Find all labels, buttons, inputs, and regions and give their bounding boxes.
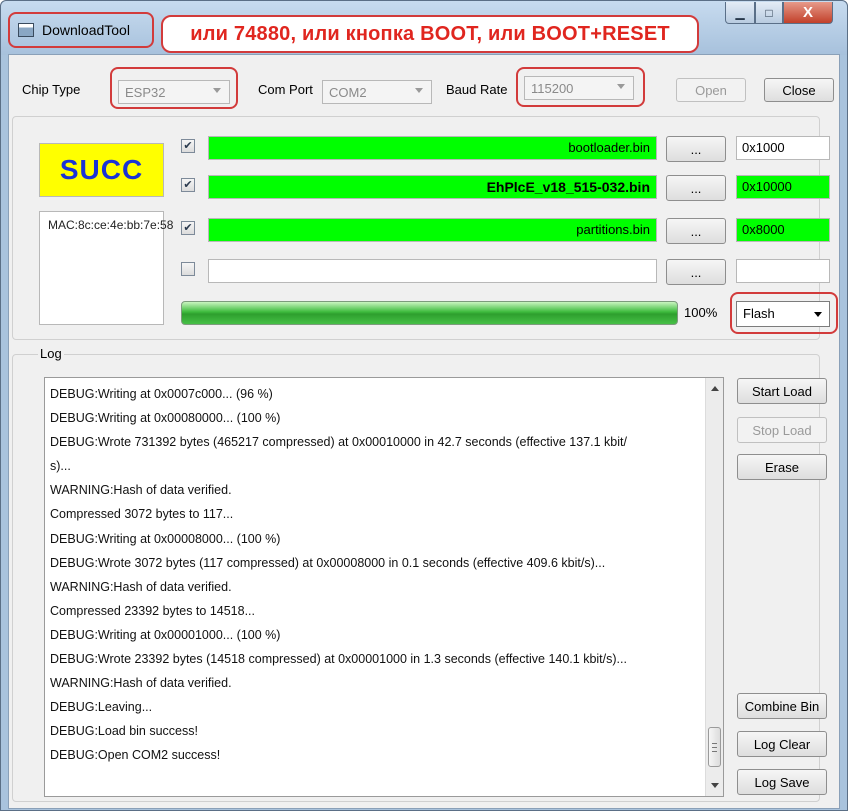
- minimize-icon: ▁: [735, 5, 745, 20]
- file-1-browse-button[interactable]: ...: [666, 136, 726, 162]
- chip-type-highlight: [110, 67, 238, 109]
- log-output[interactable]: DEBUG:Writing at 0x0007c000... (96 %) DEB…: [44, 377, 724, 797]
- progress-bar: [181, 301, 678, 325]
- erase-button[interactable]: Erase: [737, 454, 827, 480]
- stop-load-button[interactable]: Stop Load: [737, 417, 827, 443]
- title-highlight: DownloadTool: [8, 12, 154, 48]
- log-line: DEBUG:Writing at 0x00001000... (100 %): [50, 627, 281, 642]
- close-icon: X: [802, 4, 813, 21]
- log-line: WARNING:Hash of data verified.: [50, 676, 232, 691]
- chip-type-label: Chip Type: [22, 82, 81, 97]
- log-line: DEBUG:Load bin success!: [50, 724, 198, 739]
- maximize-icon: □: [765, 5, 773, 20]
- window-title: DownloadTool: [42, 22, 130, 38]
- file-3-browse-button[interactable]: ...: [666, 218, 726, 244]
- file-2-path[interactable]: EhPlcE_v18_515-032.bin: [208, 175, 657, 199]
- log-line: s)...: [50, 459, 71, 474]
- log-line: DEBUG:Writing at 0x00080000... (100 %): [50, 411, 281, 426]
- log-line: Compressed 3072 bytes to 117...: [50, 507, 234, 522]
- baud-rate-highlight: [516, 67, 645, 107]
- file-4-path[interactable]: [208, 259, 657, 283]
- log-save-button[interactable]: Log Save: [737, 769, 827, 795]
- file-3-path[interactable]: partitions.bin: [208, 218, 657, 242]
- log-scrollbar[interactable]: [705, 378, 723, 796]
- file-1-path[interactable]: bootloader.bin: [208, 136, 657, 160]
- minimize-button[interactable]: ▁: [725, 2, 755, 24]
- log-line: DEBUG:Writing at 0x00008000... (100 %): [50, 531, 281, 546]
- scroll-up-icon[interactable]: [711, 386, 719, 391]
- file-3-checkbox[interactable]: ✔: [181, 221, 195, 235]
- log-clear-button[interactable]: Log Clear: [737, 731, 827, 757]
- mac-address-box: MAC:8c:ce:4e:bb:7e:58: [39, 211, 173, 325]
- close-window-button[interactable]: X: [783, 2, 833, 24]
- file-1-address[interactable]: 0x1000: [736, 136, 830, 160]
- log-line: WARNING:Hash of data verified.: [50, 483, 232, 498]
- file-2-address[interactable]: 0x10000: [736, 175, 830, 199]
- start-load-button[interactable]: Start Load: [737, 378, 827, 404]
- mode-highlight: [730, 292, 838, 334]
- combine-bin-button[interactable]: Combine Bin: [737, 693, 827, 719]
- progress-text: 100%: [684, 305, 718, 320]
- close-port-button[interactable]: Close: [764, 78, 834, 102]
- file-4-checkbox[interactable]: [181, 262, 195, 276]
- log-title: Log: [38, 346, 64, 361]
- file-1-checkbox[interactable]: ✔: [181, 139, 195, 153]
- com-port-select[interactable]: COM2: [322, 80, 432, 104]
- log-line: DEBUG:Leaving...: [50, 700, 153, 715]
- log-line: DEBUG:Wrote 23392 bytes (14518 compresse…: [50, 652, 627, 667]
- log-line: DEBUG:Open COM2 success!: [50, 748, 221, 763]
- file-2-browse-button[interactable]: ...: [666, 175, 726, 201]
- maximize-button[interactable]: □: [755, 2, 783, 24]
- annotation-note: или 74880, или кнопка BOOT, или BOOT+RES…: [161, 15, 699, 53]
- file-4-address[interactable]: [736, 259, 830, 283]
- file-3-address[interactable]: 0x8000: [736, 218, 830, 242]
- status-badge: SUCC: [39, 143, 164, 197]
- chevron-down-icon: [415, 88, 423, 93]
- title-bar[interactable]: DownloadTool или 74880, или кнопка BOOT,…: [1, 1, 847, 55]
- app-window-icon: [18, 23, 34, 37]
- log-line: Compressed 23392 bytes to 14518...: [50, 603, 255, 618]
- log-lines: DEBUG:Writing at 0x0007c000... (96 %) DEB…: [50, 382, 702, 768]
- log-line: WARNING:Hash of data verified.: [50, 579, 232, 594]
- com-port-label: Com Port: [258, 82, 313, 97]
- scroll-down-icon[interactable]: [711, 783, 719, 788]
- log-line: DEBUG:Wrote 3072 bytes (117 compressed) …: [50, 555, 606, 570]
- baud-rate-label: Baud Rate: [446, 82, 508, 97]
- file-4-browse-button[interactable]: ...: [666, 259, 726, 285]
- scroll-thumb[interactable]: [708, 727, 721, 767]
- com-port-value: COM2: [329, 84, 367, 100]
- log-line: DEBUG:Wrote 731392 bytes (465217 compres…: [50, 435, 627, 450]
- open-button[interactable]: Open: [676, 78, 746, 102]
- log-line: DEBUG:Writing at 0x0007c000... (96 %): [50, 387, 273, 401]
- file-2-checkbox[interactable]: ✔: [181, 178, 195, 192]
